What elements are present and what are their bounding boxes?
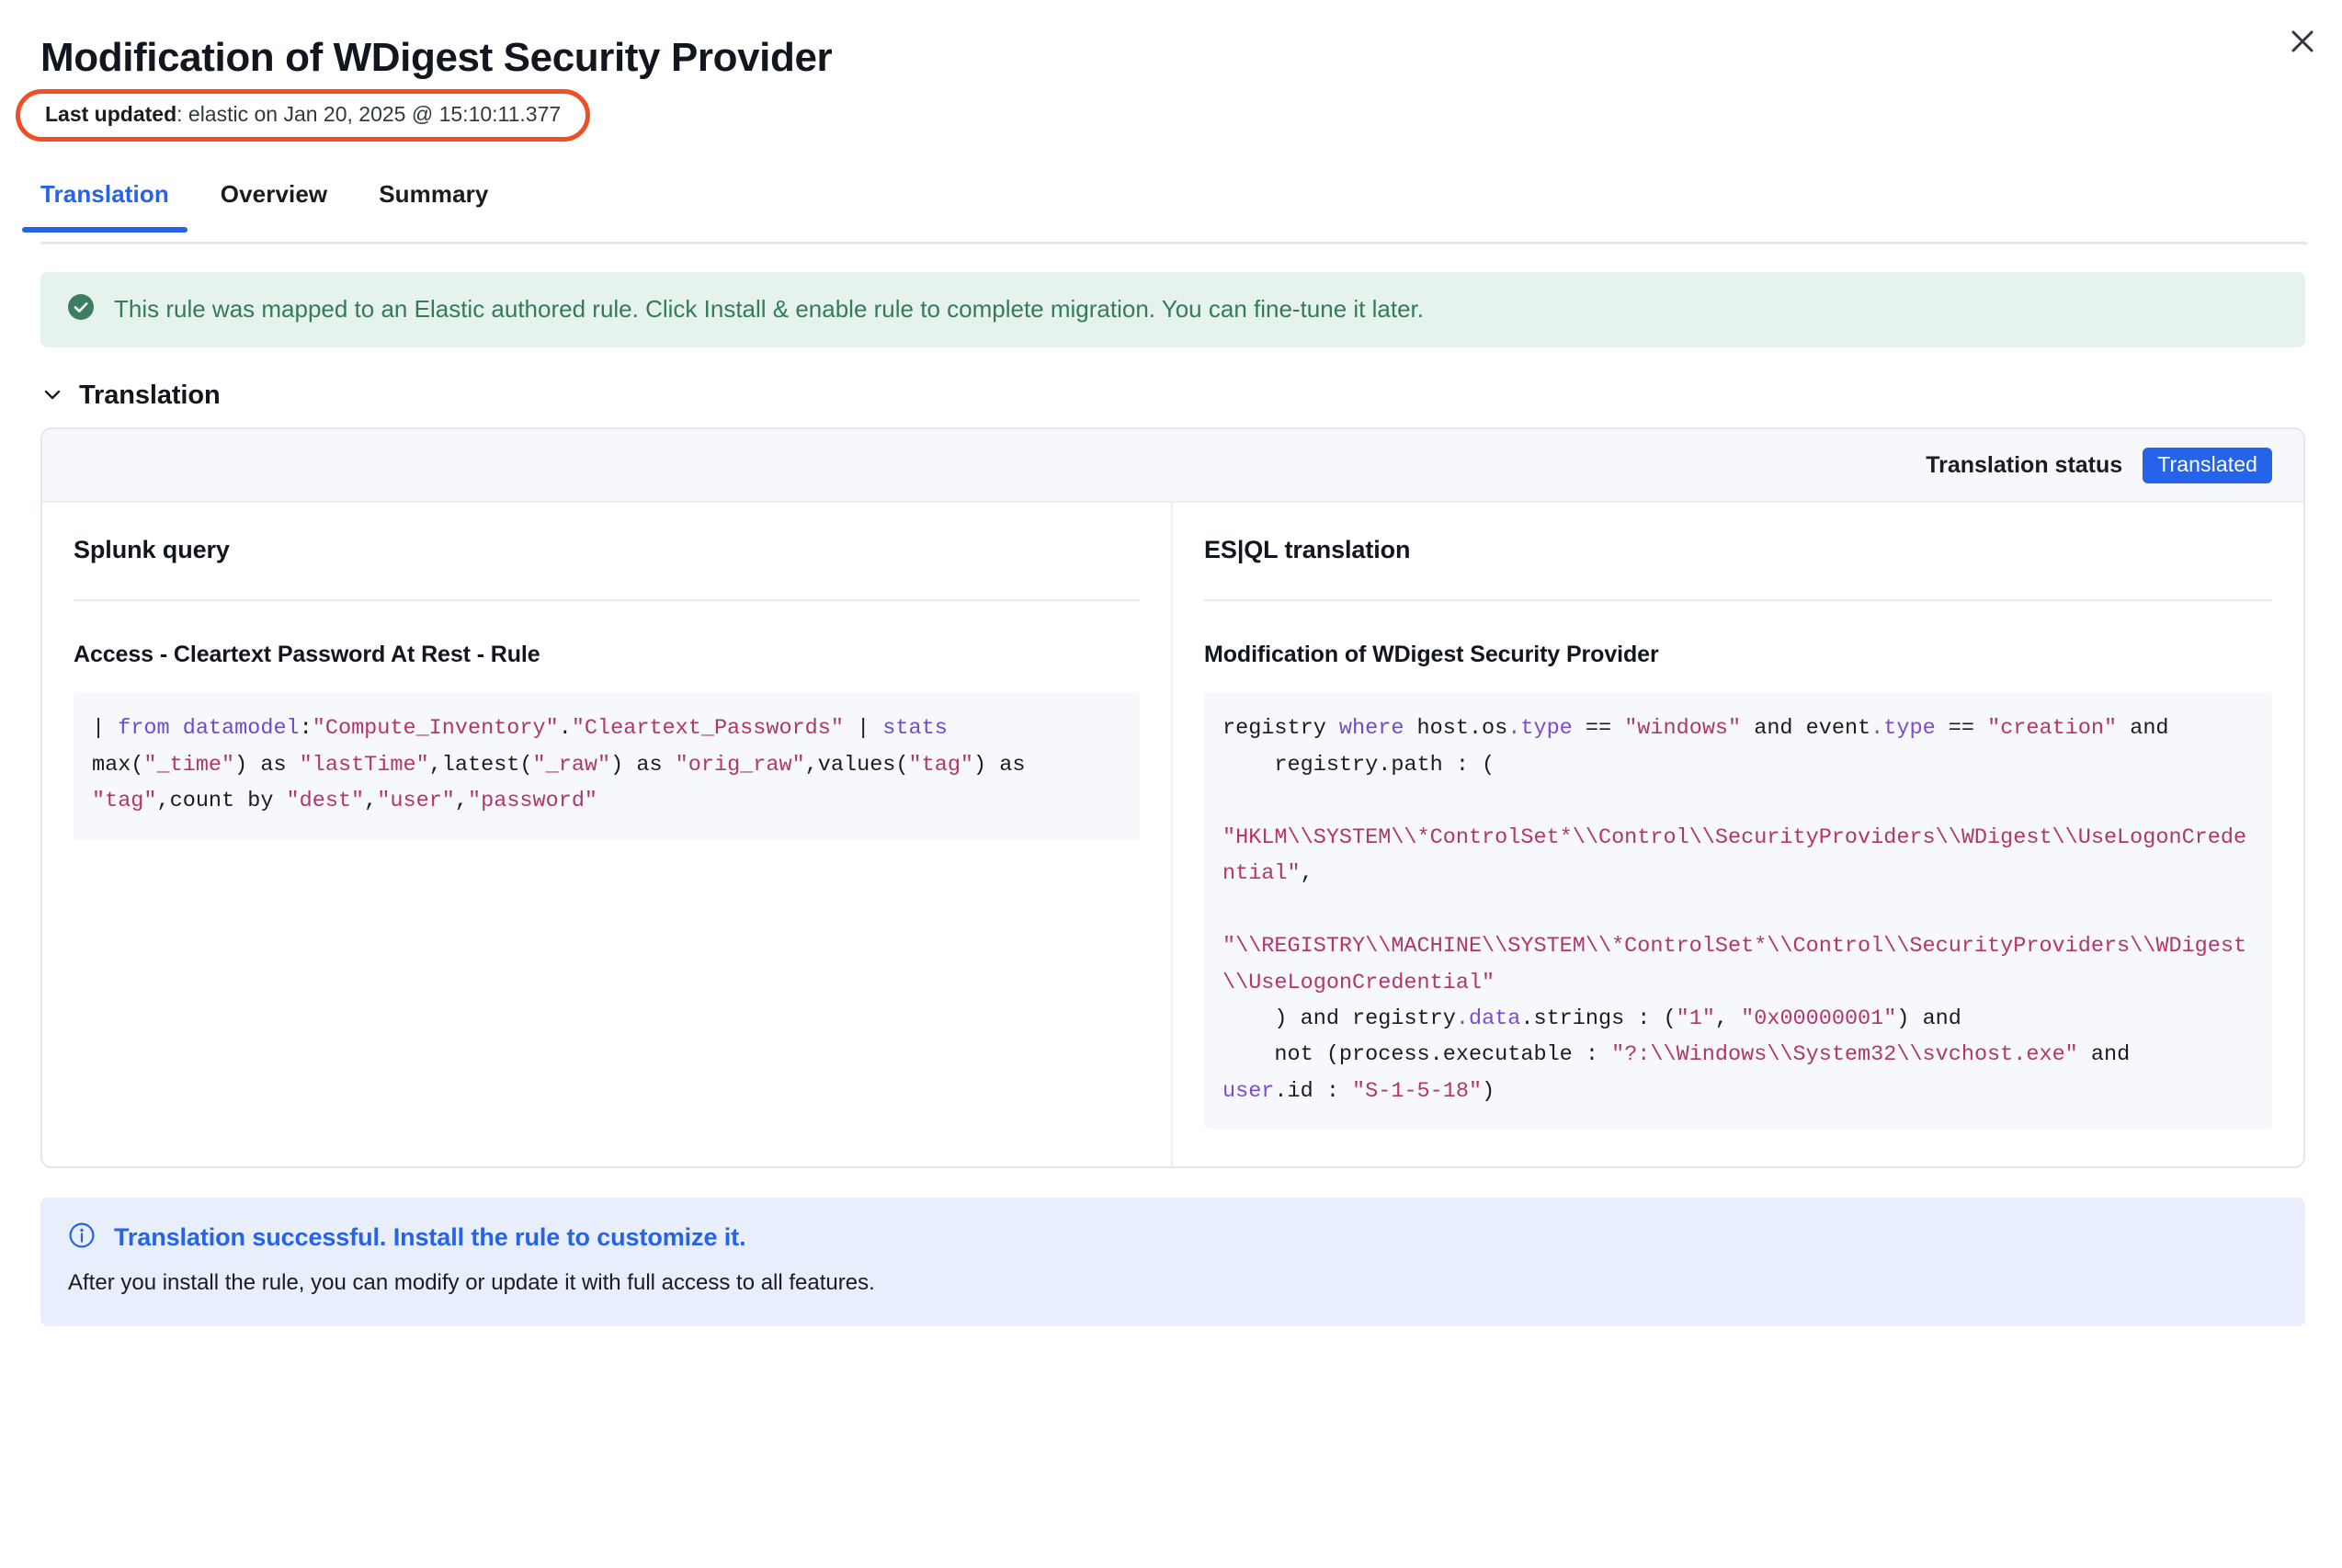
- translation-columns: Splunk query Access - Cleartext Password…: [42, 503, 2303, 1167]
- last-updated-highlight: Last updated: elastic on Jan 20, 2025 @ …: [16, 89, 591, 142]
- translation-section-title: Translation: [79, 381, 221, 411]
- status-badge[interactable]: Translated: [2143, 447, 2272, 483]
- last-updated-label: Last updated: [45, 102, 177, 127]
- page-header: Modification of WDigest Security Provide…: [0, 0, 2342, 142]
- tab-translation[interactable]: Translation: [22, 176, 188, 233]
- tab-bar-divider: [40, 242, 2307, 245]
- tab-bar: Translation Overview Summary: [0, 176, 2342, 245]
- page-title: Modification of WDigest Security Provide…: [40, 35, 833, 80]
- check-circle-filled-icon: [66, 292, 96, 326]
- splunk-column-title: Splunk query: [74, 536, 1140, 602]
- esql-translation-code[interactable]: registry where host.os.type == "windows"…: [1204, 692, 2272, 1131]
- close-icon: [2291, 29, 2314, 53]
- translation-successful-callout: Translation successful. Install the rule…: [40, 1198, 2305, 1326]
- close-dialog-button[interactable]: [2274, 13, 2331, 70]
- esql-query-name: Modification of WDigest Security Provide…: [1204, 642, 1659, 668]
- main-content: This rule was mapped to an Elastic autho…: [0, 272, 2342, 1326]
- translation-status-label: Translation status: [1926, 451, 2123, 478]
- mapped-rule-callout-text: This rule was mapped to an Elastic autho…: [114, 295, 1424, 324]
- splunk-query-column: Splunk query Access - Cleartext Password…: [42, 503, 1173, 1167]
- chevron-down-icon: [40, 382, 64, 409]
- tab-summary[interactable]: Summary: [360, 176, 506, 233]
- last-updated-text: Last updated: elastic on Jan 20, 2025 @ …: [45, 104, 561, 125]
- esql-translation-column: ES|QL translation Modification of WDiges…: [1173, 503, 2303, 1166]
- splunk-query-code[interactable]: | from datamodel:"Compute_Inventory"."Cl…: [74, 692, 1140, 840]
- info-circle-icon: [68, 1221, 96, 1254]
- splunk-query-name: Access - Cleartext Password At Rest - Ru…: [74, 642, 540, 668]
- translation-section-toggle[interactable]: Translation: [40, 381, 221, 411]
- mapped-rule-callout: This rule was mapped to an Elastic autho…: [40, 272, 2305, 348]
- esql-column-title: ES|QL translation: [1204, 536, 2272, 602]
- translation-panel: Translation status Translated Splunk que…: [40, 427, 2305, 1169]
- translation-status-bar: Translation status Translated: [42, 429, 2303, 504]
- info-callout-title: Translation successful. Install the rule…: [114, 1223, 746, 1252]
- tab-overview[interactable]: Overview: [202, 176, 346, 233]
- last-updated-value: : elastic on Jan 20, 2025 @ 15:10:11.377: [176, 102, 562, 127]
- info-callout-description: After you install the rule, you can modi…: [68, 1270, 875, 1296]
